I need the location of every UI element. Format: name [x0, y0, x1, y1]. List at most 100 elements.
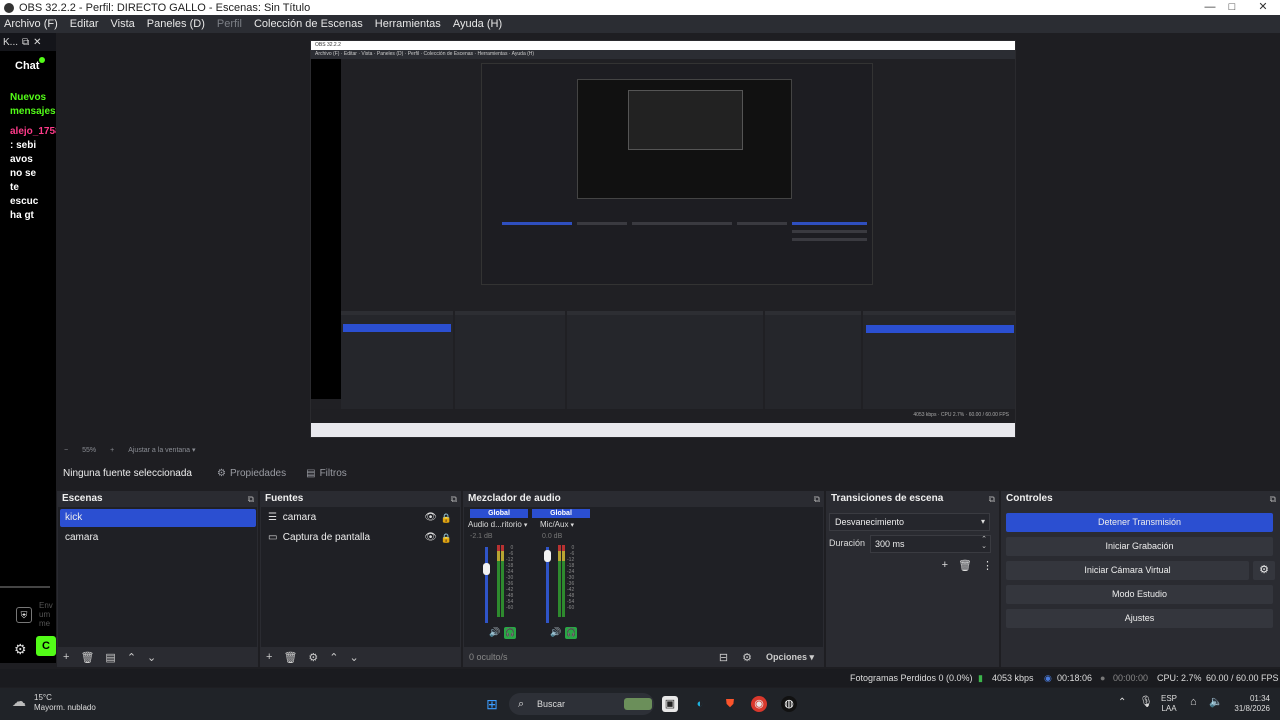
- volume-fader-handle[interactable]: [483, 563, 490, 575]
- chat-input-area: ⛨ Env um me ⚙ C: [6, 601, 56, 661]
- float-icon[interactable]: ⧉: [989, 491, 995, 507]
- volume-icon[interactable]: 🔊: [550, 627, 561, 638]
- shield-icon[interactable]: ⛨: [16, 607, 32, 623]
- chat-username[interactable]: alejo_1758: [10, 125, 58, 139]
- source-context-bar: Ninguna fuente seleccionada ⚙ Propiedade…: [56, 462, 1280, 484]
- windows-start-icon[interactable]: ⊞: [484, 696, 500, 712]
- lock-icon[interactable]: 🔒: [441, 509, 452, 527]
- zoom-level: 55%: [82, 446, 97, 454]
- volume-fader-handle[interactable]: [544, 550, 551, 563]
- trash-icon[interactable]: 🗑: [283, 651, 297, 664]
- controls-dock: Controles ⧉ Detener Transmisión Iniciar …: [1001, 491, 1280, 667]
- advanced-audio-icon[interactable]: ⚙: [742, 651, 752, 664]
- clock[interactable]: 01:34 31/8/2026: [1226, 694, 1270, 714]
- obs-icon[interactable]: ◍: [781, 696, 797, 712]
- float-icon[interactable]: ⧉: [814, 491, 820, 507]
- gear-icon[interactable]: ⚙: [1253, 561, 1275, 580]
- menu-archivo[interactable]: Archivo (F): [4, 18, 58, 30]
- add-icon[interactable]: +: [266, 651, 272, 663]
- more-icon[interactable]: ⋮: [982, 559, 993, 572]
- tray-expand-icon[interactable]: ⌃: [1118, 698, 1126, 708]
- zoom-in-button[interactable]: +: [110, 447, 114, 454]
- nested-title-bar: OBS 32.2.2: [311, 41, 1015, 50]
- start-recording-button[interactable]: Iniciar Grabación: [1006, 537, 1273, 556]
- menu-herramientas[interactable]: Herramientas: [375, 18, 441, 30]
- filter-icon[interactable]: ▤: [105, 651, 115, 664]
- zoom-out-button[interactable]: −: [64, 447, 68, 454]
- headphones-icon[interactable]: 🎧: [504, 627, 516, 639]
- title-bar: OBS 32.2.2 - Perfil: DIRECTO GALLO - Esc…: [0, 0, 1280, 15]
- maximize-button[interactable]: □: [1215, 0, 1249, 15]
- menu-vista[interactable]: Vista: [111, 18, 135, 30]
- transition-select[interactable]: Desvanecimiento ▾: [829, 513, 990, 531]
- hidden-count: 0 oculto/s: [469, 652, 508, 662]
- fit-mode-select[interactable]: Ajustar a la ventana ▾: [128, 446, 195, 454]
- volume-fader[interactable]: [485, 547, 488, 623]
- add-icon[interactable]: +: [942, 559, 948, 572]
- network-icon[interactable]: ⌂: [1190, 697, 1197, 708]
- move-up-icon[interactable]: ⌃: [127, 651, 136, 664]
- controls-dock-title: Controles ⧉: [1001, 491, 1280, 507]
- menu-ayuda[interactable]: Ayuda (H): [453, 18, 502, 30]
- settings-button[interactable]: Ajustes: [1006, 609, 1273, 628]
- add-icon[interactable]: +: [63, 651, 69, 663]
- duration-input[interactable]: 300 ms ⌃ ⌄: [870, 535, 991, 553]
- clock-time: 01:34: [1249, 694, 1270, 703]
- channel-name-select[interactable]: Audio d...ritorio ▾: [468, 520, 527, 529]
- studio-mode-button[interactable]: Modo Estudio: [1006, 585, 1273, 604]
- chat-tab-label[interactable]: K...: [3, 37, 18, 48]
- options-button[interactable]: Opciones ▾: [766, 652, 814, 663]
- float-icon[interactable]: ⧉: [1270, 491, 1276, 507]
- lock-icon[interactable]: 🔒: [441, 529, 452, 547]
- trash-icon[interactable]: 🗑: [958, 559, 972, 572]
- chat-input-placeholder[interactable]: Env um me: [39, 601, 53, 628]
- bitrate: 4053 kbps: [992, 673, 1034, 683]
- headphones-icon[interactable]: 🎧: [565, 627, 577, 639]
- chat-send-button[interactable]: C: [36, 636, 56, 656]
- caret-down-icon: ▾: [523, 522, 528, 529]
- eye-icon[interactable]: 👁: [424, 509, 437, 527]
- float-icon[interactable]: ⧉: [451, 491, 457, 507]
- language-indicator[interactable]: ESP LAA: [1161, 694, 1177, 714]
- chat-message: : sebi avos no se te escuc ha gt: [10, 139, 58, 223]
- trash-icon[interactable]: 🗑: [80, 651, 94, 664]
- menu-bar: Archivo (F) Editar Vista Paneles (D) Per…: [0, 15, 1280, 33]
- move-up-icon[interactable]: ⌃: [329, 651, 338, 664]
- spin-buttons[interactable]: ⌃ ⌄: [981, 536, 987, 550]
- menu-coleccion-escenas[interactable]: Colección de Escenas: [254, 18, 363, 30]
- close-icon[interactable]: ✕: [33, 37, 41, 48]
- new-messages-label[interactable]: Nuevos mensajes: [10, 91, 58, 119]
- channel-name-select[interactable]: Mic/Aux ▾: [540, 520, 574, 529]
- layout-icon[interactable]: ⊟: [719, 651, 728, 664]
- menu-editar[interactable]: Editar: [70, 18, 99, 30]
- menu-paneles[interactable]: Paneles (D): [147, 18, 205, 30]
- speaker-icon[interactable]: 🔈: [1209, 697, 1223, 708]
- gear-icon[interactable]: ⚙: [308, 651, 318, 664]
- brave-icon[interactable]: ⛊: [722, 696, 738, 712]
- mixer-channel-desktop-audio: Global Audio d...ritorio ▾ -2.1 dB 0 -6 -12…: [466, 507, 528, 647]
- chat-dock: K... ⧉ ✕ Chat Nuevos mensajes alejo_1758…: [0, 33, 58, 663]
- microphone-icon[interactable]: 🎙: [1139, 697, 1153, 708]
- search-highlight-icon[interactable]: [624, 698, 652, 710]
- eye-icon[interactable]: 👁: [424, 529, 437, 547]
- float-icon[interactable]: ⧉: [22, 37, 29, 48]
- move-down-icon[interactable]: ⌄: [147, 651, 156, 664]
- gear-icon[interactable]: ⚙: [14, 641, 27, 658]
- source-item[interactable]: ▭ Captura de pantalla 👁 🔒: [263, 529, 457, 547]
- float-icon[interactable]: ⧉: [248, 491, 254, 507]
- properties-button[interactable]: ⚙ Propiedades: [211, 465, 292, 482]
- menu-perfil[interactable]: Perfil: [217, 18, 242, 30]
- volume-icon[interactable]: 🔊: [489, 627, 500, 638]
- scene-item-camara[interactable]: camara: [60, 529, 256, 547]
- stop-streaming-button[interactable]: Detener Transmisión: [1006, 513, 1273, 532]
- move-down-icon[interactable]: ⌄: [350, 651, 359, 664]
- chrome-icon[interactable]: ◉: [751, 696, 767, 712]
- close-button[interactable]: ✕: [1246, 0, 1280, 15]
- task-view-icon[interactable]: ▣: [662, 696, 678, 712]
- edge-icon[interactable]: ◐: [692, 696, 708, 712]
- start-virtual-camera-button[interactable]: Iniciar Cámara Virtual: [1006, 561, 1249, 580]
- source-item[interactable]: ☰ camara 👁 🔒: [263, 509, 457, 527]
- weather-widget[interactable]: ☁ 15°C Mayorm. nublado: [12, 693, 96, 713]
- filters-button[interactable]: ▤ Filtros: [300, 465, 353, 482]
- scene-item-kick[interactable]: kick: [60, 509, 256, 527]
